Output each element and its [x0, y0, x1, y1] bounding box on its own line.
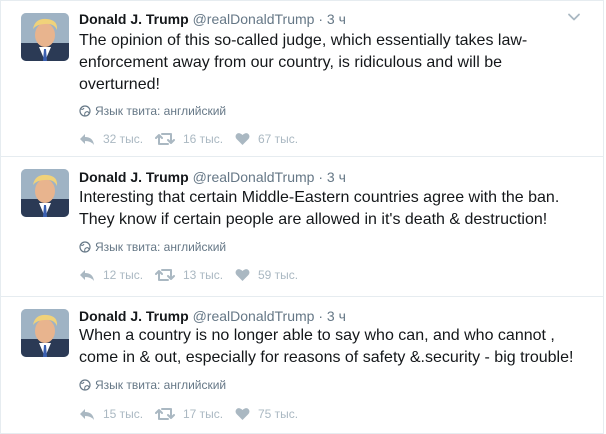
timestamp[interactable]: 3 ч — [327, 169, 346, 185]
tweet[interactable]: Donald J. Trump @realDonaldTrump · 3 ч T… — [0, 0, 604, 157]
tweet-header: Donald J. Trump @realDonaldTrump · 3 ч — [79, 307, 563, 325]
reply-count: 12 тыс. — [103, 268, 144, 282]
author-username[interactable]: @realDonaldTrump — [193, 308, 315, 324]
reply-icon — [80, 134, 94, 145]
avatar-image — [21, 309, 69, 357]
author-username[interactable]: @realDonaldTrump — [193, 11, 315, 27]
tweet-language[interactable]: Язык твита: английский — [79, 104, 226, 118]
tweet-text: Interesting that certain Middle-Eastern … — [79, 189, 560, 228]
reply-button[interactable]: 12 тыс. — [79, 268, 155, 282]
author-name[interactable]: Donald J. Trump — [79, 169, 189, 185]
tweet-text: The opinion of this so-called judge, whi… — [79, 32, 528, 93]
separator: · — [318, 308, 323, 324]
language-label: Язык твита: английский — [95, 104, 227, 118]
timestamp[interactable]: 3 ч — [327, 11, 346, 27]
like-button[interactable]: 59 тыс. — [235, 268, 298, 282]
heart-icon — [235, 269, 250, 281]
avatar-image — [21, 13, 69, 61]
timestamp[interactable]: 3 ч — [327, 308, 346, 324]
reply-icon — [80, 270, 94, 281]
heart-icon — [235, 133, 250, 145]
language-label: Язык твита: английский — [95, 240, 227, 254]
separator: · — [318, 11, 323, 27]
tweet-language[interactable]: Язык твита: английский — [79, 378, 226, 392]
retweet-button[interactable]: 13 тыс. — [155, 268, 235, 282]
retweet-count: 17 тыс. — [183, 407, 224, 421]
author-username[interactable]: @realDonaldTrump — [193, 169, 315, 185]
tweet-actions: 15 тыс. 17 тыс. 75 тыс. — [79, 407, 298, 421]
like-button[interactable]: 75 тыс. — [235, 407, 298, 421]
retweet-button[interactable]: 17 тыс. — [155, 407, 235, 421]
like-count: 67 тыс. — [258, 132, 299, 146]
reply-count: 15 тыс. — [103, 407, 144, 421]
language-label: Язык твита: английский — [95, 378, 227, 392]
tweet-timeline: Donald J. Trump @realDonaldTrump · 3 ч T… — [0, 0, 606, 434]
retweet-count: 16 тыс. — [183, 132, 224, 146]
like-button[interactable]: 67 тыс. — [235, 132, 298, 146]
tweet-text: When a country is no longer able to say … — [79, 327, 574, 366]
like-count: 75 тыс. — [258, 407, 299, 421]
reply-icon — [80, 409, 94, 420]
tweet-language[interactable]: Язык твита: английский — [79, 240, 226, 254]
globe-icon — [79, 241, 91, 253]
avatar[interactable] — [21, 169, 69, 217]
avatar[interactable] — [21, 13, 69, 61]
tweet-header: Donald J. Trump @realDonaldTrump · 3 ч — [79, 168, 563, 186]
avatar[interactable] — [21, 309, 69, 357]
tweet-actions: 32 тыс. 16 тыс. 67 тыс. — [79, 132, 298, 146]
tweet[interactable]: Donald J. Trump @realDonaldTrump · 3 ч W… — [0, 297, 604, 434]
retweet-icon — [155, 133, 175, 145]
globe-icon — [79, 105, 91, 117]
tweet[interactable]: Donald J. Trump @realDonaldTrump · 3 ч I… — [0, 157, 604, 297]
reply-count: 32 тыс. — [103, 132, 144, 146]
like-count: 59 тыс. — [258, 268, 299, 282]
reply-button[interactable]: 15 тыс. — [79, 407, 155, 421]
retweet-icon — [155, 269, 175, 281]
tweet-header: Donald J. Trump @realDonaldTrump · 3 ч — [79, 10, 563, 28]
author-name[interactable]: Donald J. Trump — [79, 11, 189, 27]
heart-icon — [235, 408, 250, 420]
chevron-down-icon[interactable] — [567, 10, 581, 24]
globe-icon — [79, 379, 91, 391]
retweet-count: 13 тыс. — [183, 268, 224, 282]
tweet-actions: 12 тыс. 13 тыс. 59 тыс. — [79, 268, 298, 282]
separator: · — [318, 169, 323, 185]
reply-button[interactable]: 32 тыс. — [79, 132, 155, 146]
retweet-icon — [155, 408, 175, 420]
avatar-image — [21, 169, 69, 217]
author-name[interactable]: Donald J. Trump — [79, 308, 189, 324]
retweet-button[interactable]: 16 тыс. — [155, 132, 235, 146]
